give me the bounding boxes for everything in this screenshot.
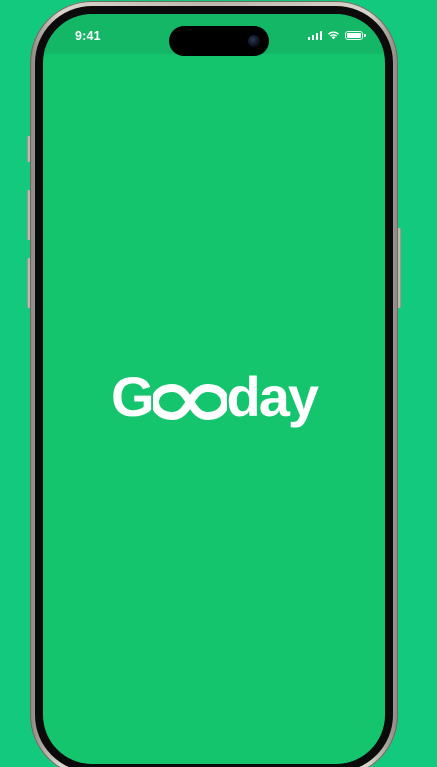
- home-indicator[interactable]: [154, 751, 274, 755]
- app-stage: 9:41 G day: [0, 0, 437, 767]
- phone-frame: 9:41 G day: [30, 1, 398, 767]
- camera-icon: [248, 35, 260, 47]
- infinity-icon: [152, 384, 227, 420]
- phone-screen: 9:41 G day: [43, 14, 385, 764]
- logo-prefix: G: [110, 365, 155, 428]
- status-icons: [307, 30, 366, 40]
- battery-icon: [345, 30, 366, 40]
- app-logo: G day: [43, 369, 385, 425]
- phone-bezel: 9:41 G day: [35, 6, 393, 767]
- wifi-icon: [328, 31, 339, 40]
- logo-suffix: day: [226, 365, 319, 428]
- dynamic-island: [169, 26, 269, 56]
- signal-icon: [307, 30, 322, 40]
- status-time: 9:41: [75, 29, 101, 43]
